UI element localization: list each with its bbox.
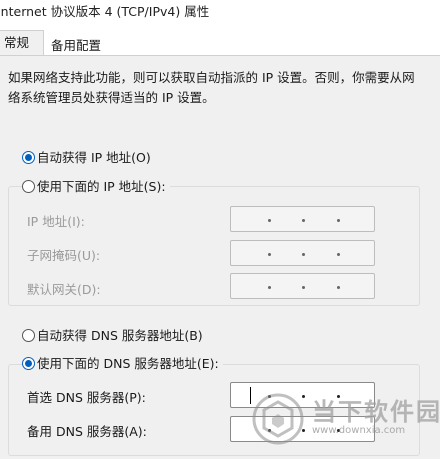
description-text: 如果网络支持此功能，则可以获取自动指派的 IP 设置。否则，你需要从网络系统管理… <box>8 70 415 105</box>
ip-dot <box>302 286 305 289</box>
tab-strip: 常规 备用配置 <box>0 26 440 57</box>
dns-server-group <box>8 364 420 456</box>
ip-auto-label: 自动获得 IP 地址(O) <box>37 150 151 165</box>
ip-dot <box>302 429 305 432</box>
ip-address-label: IP 地址(I): <box>27 214 85 229</box>
ip-dot <box>337 429 340 432</box>
dns-manual-option[interactable]: 使用下面的 DNS 服务器地址(E): <box>22 354 223 374</box>
ip-dot <box>268 429 271 432</box>
ip-dot <box>337 286 340 289</box>
ip-manual-radio[interactable] <box>22 180 35 193</box>
dns-auto-radio[interactable] <box>22 329 35 342</box>
ip-dot <box>268 286 271 289</box>
tab-general[interactable]: 常规 <box>0 30 44 57</box>
text-caret <box>250 387 251 404</box>
window-title-bar: Internet 协议版本 4 (TCP/IPv4) 属性 <box>0 0 440 26</box>
preferred-dns-input[interactable] <box>230 382 375 408</box>
ip-dot <box>268 395 271 398</box>
ip-dot <box>302 253 305 256</box>
subnet-mask-label: 子网掩码(U): <box>27 248 101 263</box>
dns-manual-label: 使用下面的 DNS 服务器地址(E): <box>37 356 219 371</box>
ip-auto-radio[interactable] <box>22 151 35 164</box>
default-gateway-input <box>230 273 375 299</box>
dns-manual-radio[interactable] <box>22 357 35 370</box>
dns-auto-option[interactable]: 自动获得 DNS 服务器地址(B) <box>22 326 203 346</box>
ip-dot <box>337 253 340 256</box>
ip-dot <box>337 395 340 398</box>
ip-manual-option[interactable]: 使用下面的 IP 地址(S): <box>22 177 170 197</box>
ip-dot <box>302 395 305 398</box>
dns-auto-label: 自动获得 DNS 服务器地址(B) <box>37 328 203 343</box>
subnet-mask-input <box>230 240 375 266</box>
preferred-dns-label: 首选 DNS 服务器(P): <box>27 390 146 405</box>
ip-address-input <box>230 206 375 232</box>
ip-dot <box>337 219 340 222</box>
ip-dot <box>302 219 305 222</box>
default-gateway-label: 默认网关(D): <box>27 282 101 297</box>
ip-manual-label: 使用下面的 IP 地址(S): <box>37 179 166 194</box>
ip-dot <box>268 219 271 222</box>
ip-auto-option[interactable]: 自动获得 IP 地址(O) <box>22 148 151 168</box>
alternate-dns-label: 备用 DNS 服务器(A): <box>27 424 147 439</box>
ip-dot <box>268 253 271 256</box>
window-title: Internet 协议版本 4 (TCP/IPv4) 属性 <box>0 4 210 19</box>
alternate-dns-input[interactable] <box>230 416 375 442</box>
